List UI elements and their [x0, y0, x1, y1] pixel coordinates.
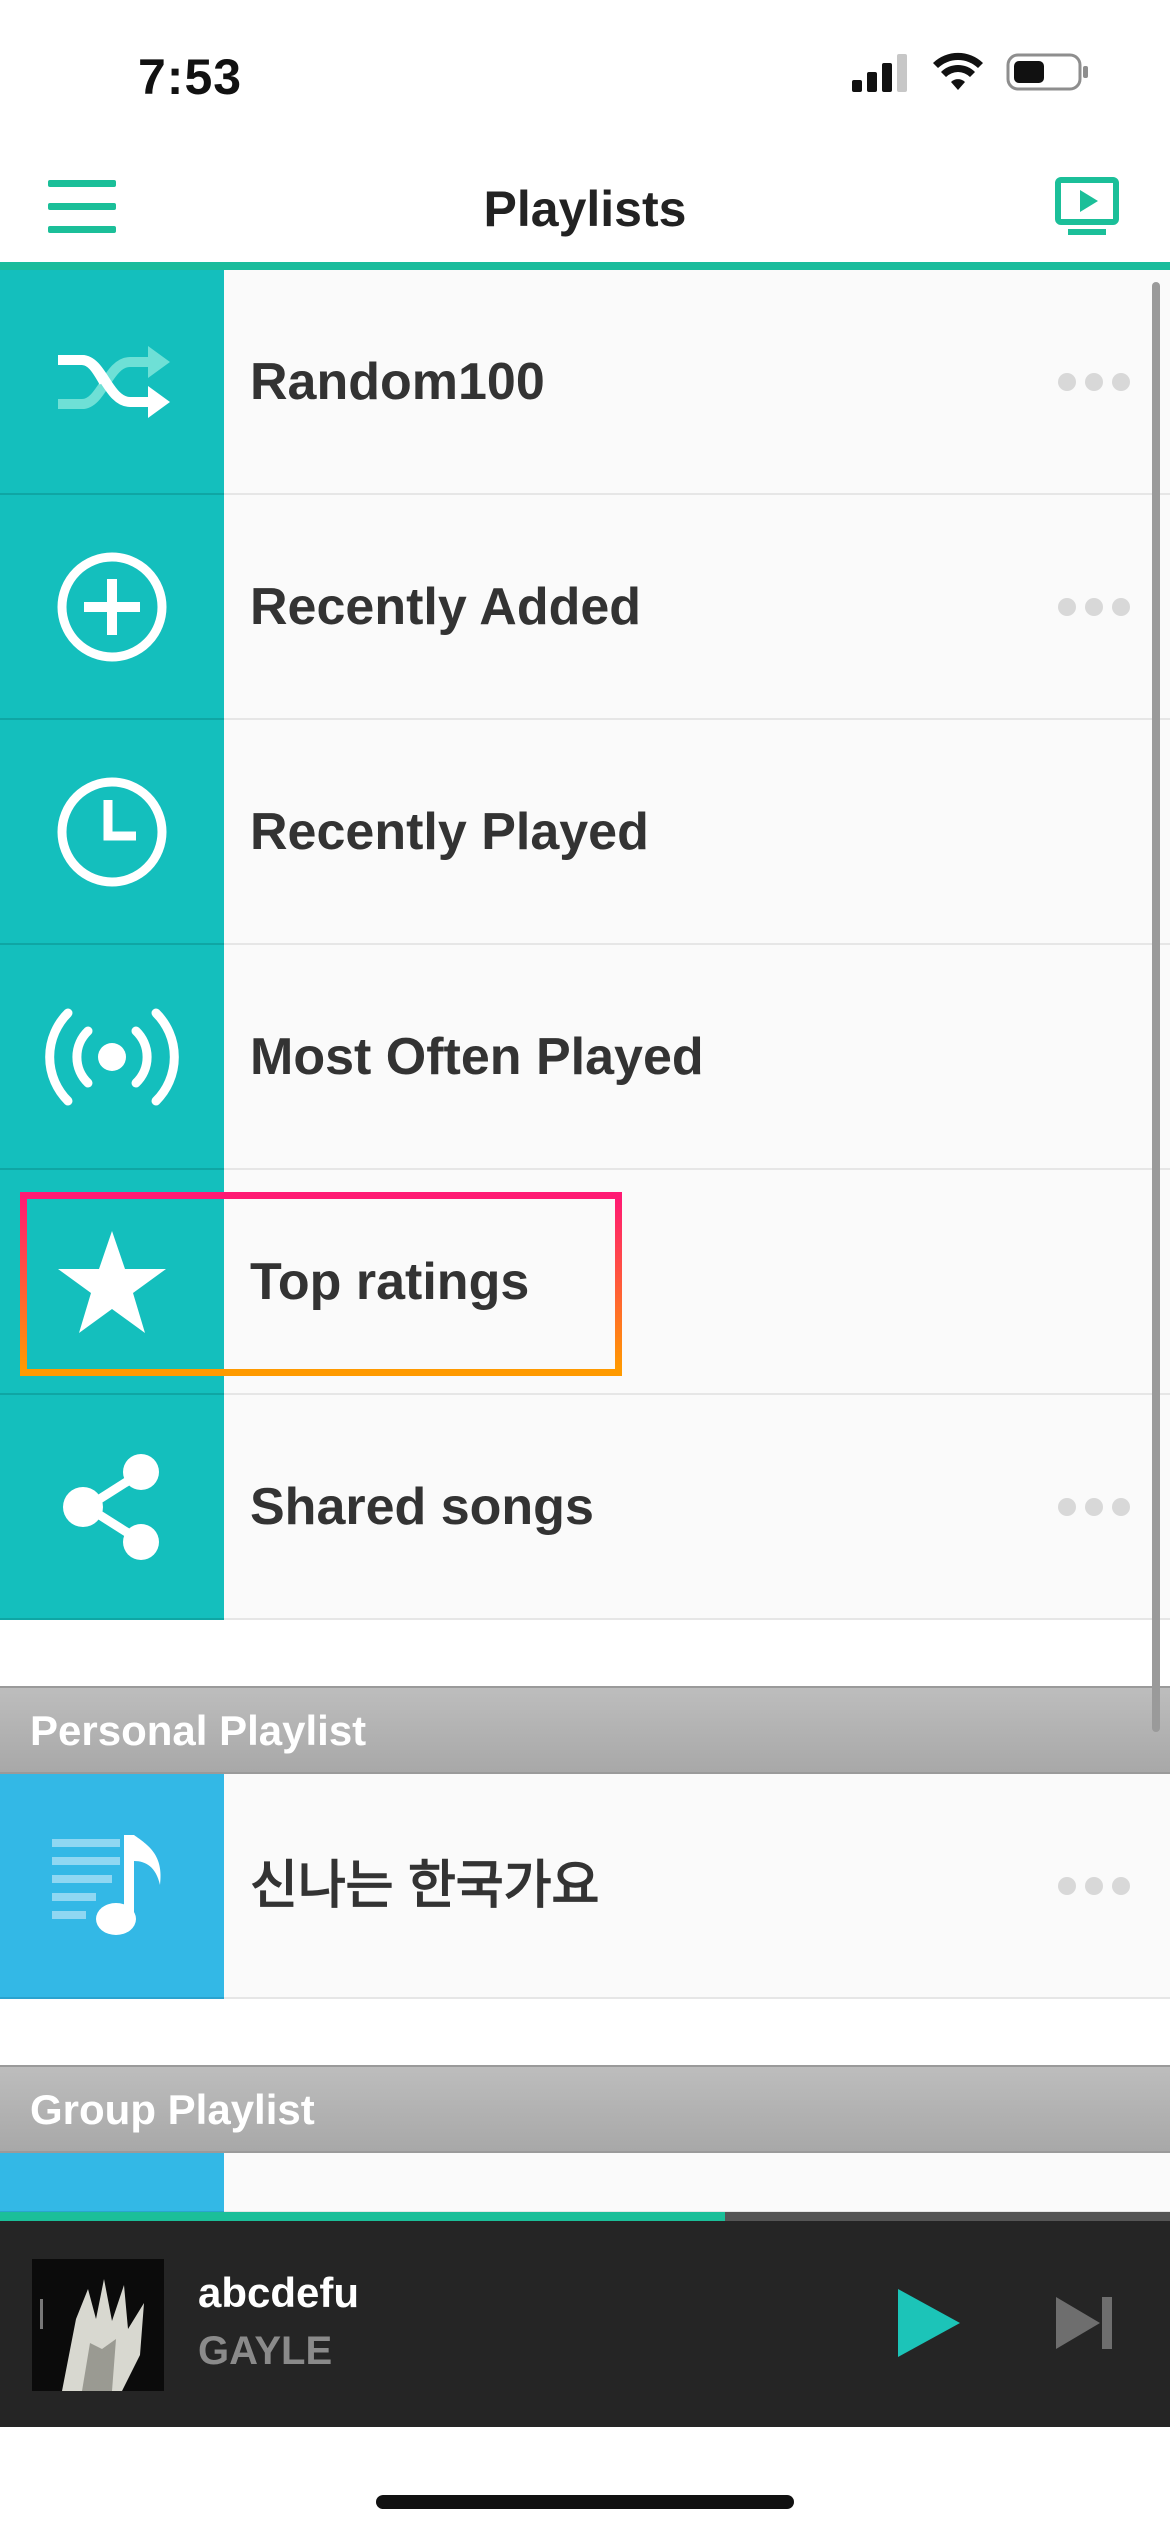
page-title: Playlists	[483, 181, 687, 237]
skip-next-icon	[1056, 2297, 1112, 2349]
track-title: abcdefu	[198, 2269, 360, 2316]
share-icon	[63, 1453, 159, 1560]
status-time: 7:53	[138, 49, 243, 105]
clock-icon	[57, 777, 167, 886]
mini-player[interactable]: abcdefu GAYLE	[0, 2221, 1170, 2427]
play-icon	[898, 2289, 960, 2357]
more-options-button[interactable]	[1058, 370, 1130, 394]
playlist-row-top-ratings[interactable]: Top ratings	[0, 1170, 1170, 1395]
wifi-icon	[933, 52, 983, 90]
home-area	[0, 2427, 1170, 2532]
playlist-label: Recently Played	[250, 803, 649, 861]
status-bar: 7:53	[0, 0, 1170, 150]
nav-underline	[0, 262, 1170, 270]
playlist-label: 신나는 한국가요	[250, 1857, 600, 1915]
section-header-group: Group Playlist	[0, 2065, 1170, 2153]
playlist-row-personal[interactable]: 신나는 한국가요	[0, 1774, 1170, 1999]
play-button[interactable]	[894, 2285, 964, 2361]
battery-icon	[1006, 53, 1088, 91]
home-indicator[interactable]	[376, 2495, 794, 2509]
section-header-personal: Personal Playlist	[0, 1686, 1170, 1774]
plus-circle-icon	[57, 552, 167, 661]
playlist-label: Shared songs	[250, 1478, 594, 1536]
nav-bar: Playlists	[0, 150, 1170, 262]
playlist-label: Recently Added	[250, 578, 642, 636]
playlist-list: Random100 Recently Added Recently Played	[0, 270, 1170, 2213]
playback-progress-bar[interactable]	[0, 2212, 1170, 2221]
signal-icon	[852, 54, 907, 92]
playlist-row-shared-songs[interactable]: Shared songs	[0, 1395, 1170, 1620]
playlist-row-group-partial[interactable]	[0, 2153, 1170, 2213]
playlist-label: Most Often Played	[250, 1028, 704, 1086]
broadcast-icon	[45, 1008, 179, 1105]
playlist-row-most-often-played[interactable]: Most Often Played	[0, 945, 1170, 1170]
screen-play-icon	[1055, 177, 1119, 235]
cast-button[interactable]	[1054, 176, 1120, 238]
star-icon	[58, 1230, 166, 1333]
status-icons	[852, 52, 1090, 92]
more-options-button[interactable]	[1058, 595, 1130, 619]
shuffle-icon	[58, 345, 170, 418]
more-options-button[interactable]	[1058, 1874, 1130, 1898]
album-art	[32, 2259, 164, 2391]
playlist-row-random100[interactable]: Random100	[0, 270, 1170, 495]
playlist-label: Random100	[250, 353, 545, 411]
track-artist: GAYLE	[198, 2329, 333, 2373]
playlist-label: Top ratings	[250, 1253, 530, 1311]
playlist-row-recently-added[interactable]: Recently Added	[0, 495, 1170, 720]
scrollbar[interactable]	[1152, 282, 1160, 1732]
next-track-button[interactable]	[1054, 2293, 1116, 2353]
playlist-row-recently-played[interactable]: Recently Played	[0, 720, 1170, 945]
more-options-button[interactable]	[1058, 1495, 1130, 1519]
music-list-icon	[52, 1834, 161, 1935]
progress-fill	[0, 2212, 726, 2221]
